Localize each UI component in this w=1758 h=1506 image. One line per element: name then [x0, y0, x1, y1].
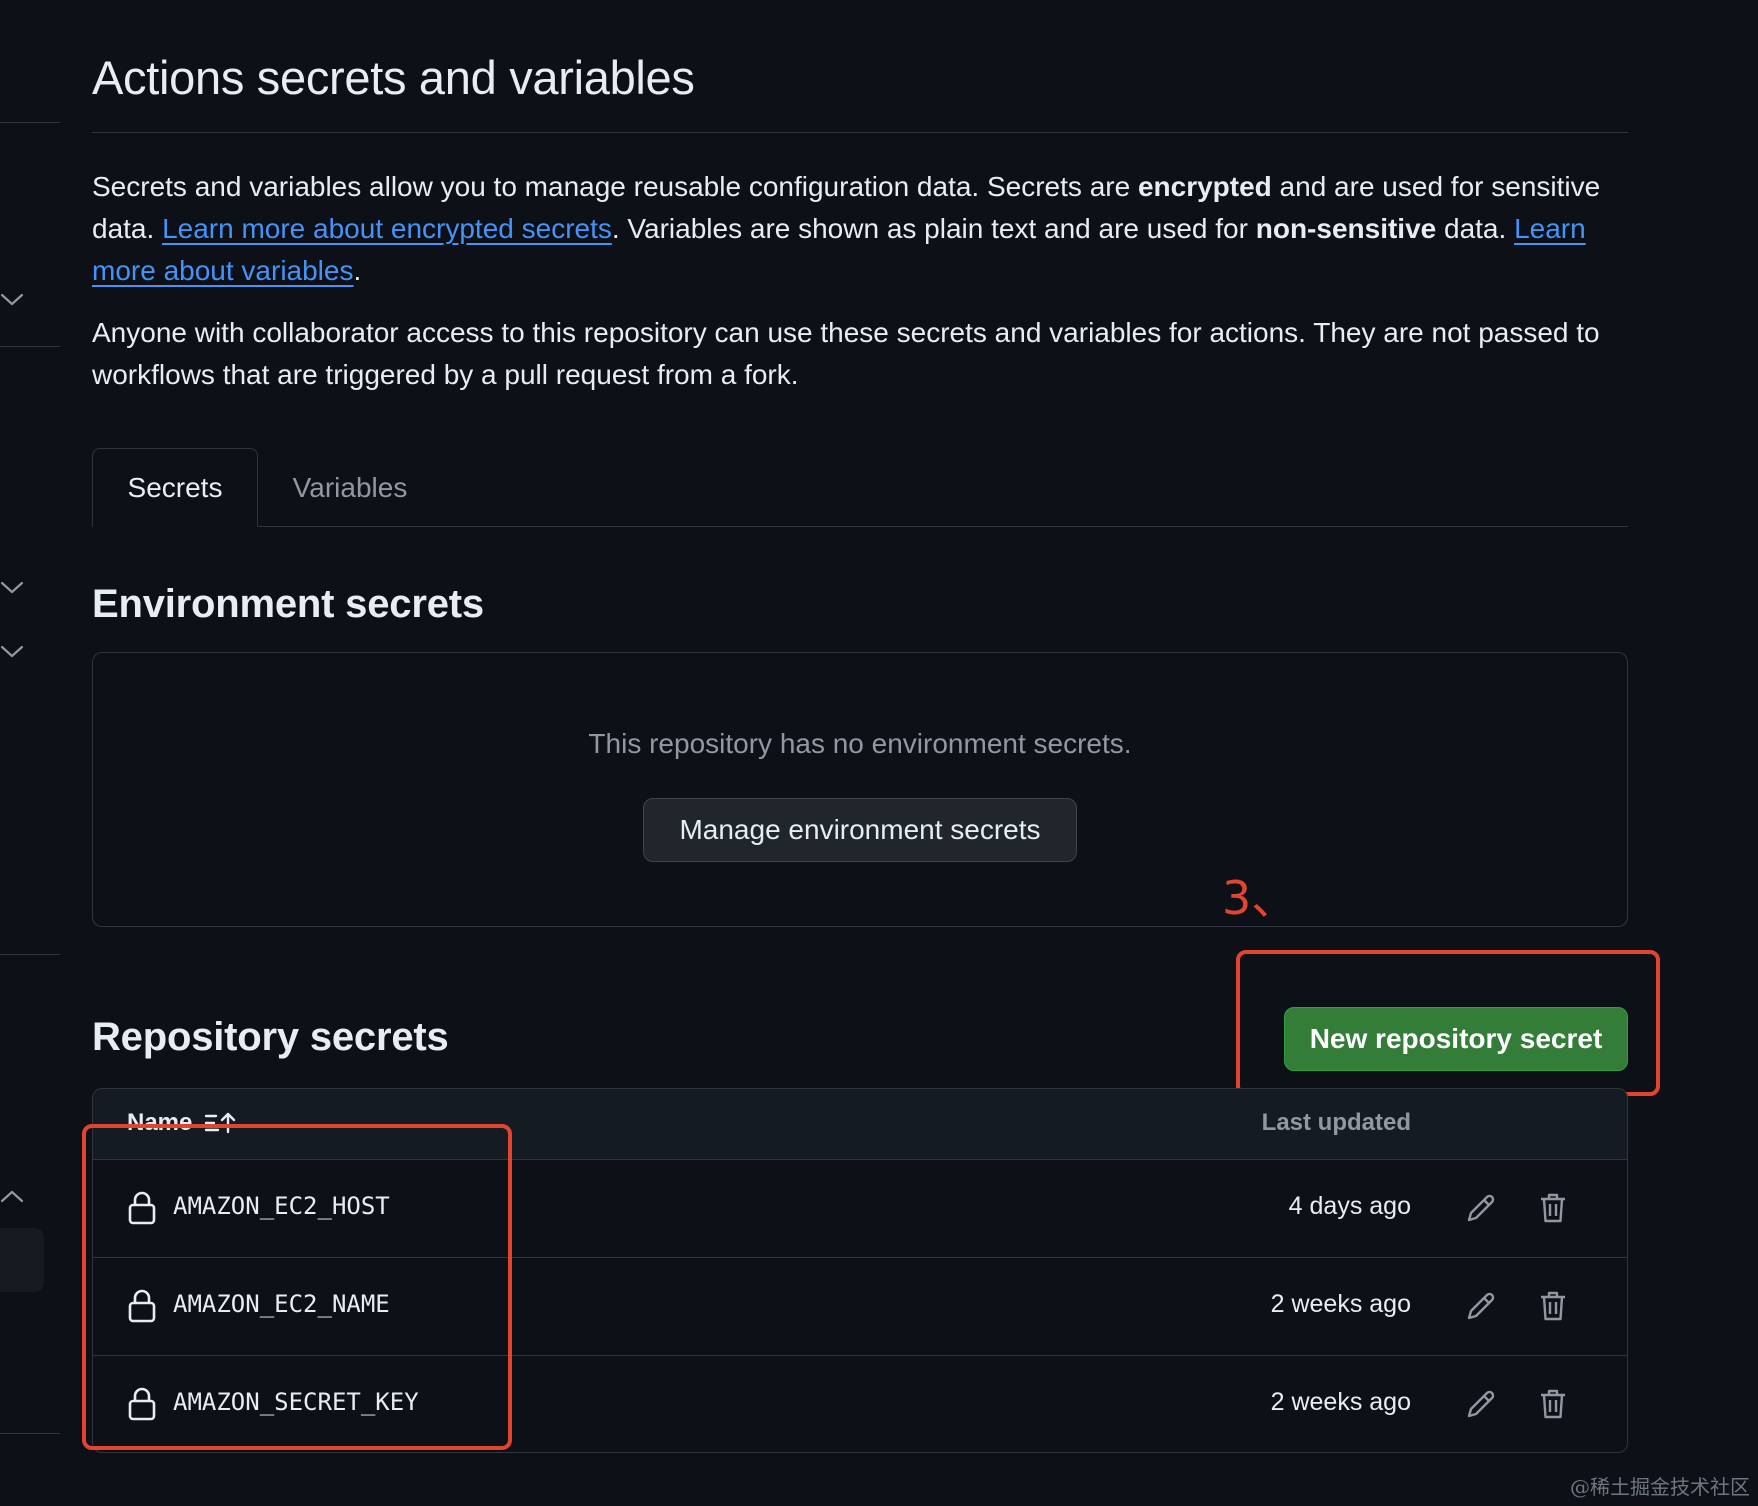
- delete-secret-button[interactable]: [1533, 1384, 1573, 1424]
- pencil-icon: [1467, 1390, 1495, 1418]
- sidebar-divider: [0, 1433, 60, 1434]
- intro-text: .: [353, 255, 362, 286]
- learn-more-secrets-link[interactable]: Learn more about encrypted secrets: [162, 213, 612, 244]
- new-repository-secret-button[interactable]: New repository secret: [1284, 1007, 1628, 1071]
- chevron-down-icon[interactable]: [0, 574, 26, 600]
- intro-text: . Variables are shown as plain text and …: [611, 213, 1256, 244]
- environment-secrets-panel: This repository has no environment secre…: [92, 652, 1628, 927]
- trash-icon: [1541, 1193, 1565, 1223]
- sidebar-selected-item[interactable]: [0, 1228, 44, 1292]
- pencil-icon: [1467, 1194, 1495, 1222]
- trash-icon: [1541, 1389, 1565, 1419]
- intro-text: Secrets and variables allow you to manag…: [92, 171, 1138, 202]
- sidebar-divider: [0, 346, 60, 347]
- secret-last-updated: 2 weeks ago: [1270, 1290, 1411, 1318]
- chevron-down-icon[interactable]: [0, 286, 26, 312]
- edit-secret-button[interactable]: [1461, 1384, 1501, 1424]
- delete-secret-button[interactable]: [1533, 1188, 1573, 1228]
- tab-variables[interactable]: Variables: [270, 448, 430, 527]
- trash-icon: [1541, 1291, 1565, 1321]
- title-divider: [92, 132, 1628, 133]
- environment-secrets-heading: Environment secrets: [92, 582, 484, 626]
- sidebar-divider: [0, 122, 60, 123]
- tab-secrets[interactable]: Secrets: [92, 448, 258, 527]
- chevron-up-icon[interactable]: [0, 1183, 26, 1209]
- intro-bold-encrypted: encrypted: [1137, 171, 1272, 202]
- pencil-icon: [1467, 1292, 1495, 1320]
- intro-paragraph: Secrets and variables allow you to manag…: [92, 166, 1652, 292]
- chevron-down-icon[interactable]: [0, 638, 26, 664]
- secret-last-updated: 4 days ago: [1288, 1192, 1411, 1220]
- empty-environment-message: This repository has no environment secre…: [588, 728, 1132, 759]
- edit-secret-button[interactable]: [1461, 1188, 1501, 1228]
- secret-last-updated: 2 weeks ago: [1270, 1388, 1411, 1416]
- repository-secrets-heading: Repository secrets: [92, 1015, 449, 1059]
- sidebar-divider: [0, 954, 60, 955]
- page-title: Actions secrets and variables: [92, 51, 695, 104]
- delete-secret-button[interactable]: [1533, 1286, 1573, 1326]
- watermark: @稀土掘金技术社区: [1570, 1475, 1750, 1499]
- annotation-step-label: 3、: [1222, 871, 1298, 925]
- collaborator-note: Anyone with collaborator access to this …: [92, 317, 1600, 390]
- intro-text: data.: [1436, 213, 1515, 244]
- intro-bold-non-sensitive: non-sensitive: [1255, 213, 1437, 244]
- column-last-updated-header: Last updated: [1261, 1109, 1411, 1136]
- annotation-highlight-secret-names: [82, 1124, 512, 1450]
- edit-secret-button[interactable]: [1461, 1286, 1501, 1326]
- manage-environment-secrets-button[interactable]: Manage environment secrets: [643, 798, 1077, 862]
